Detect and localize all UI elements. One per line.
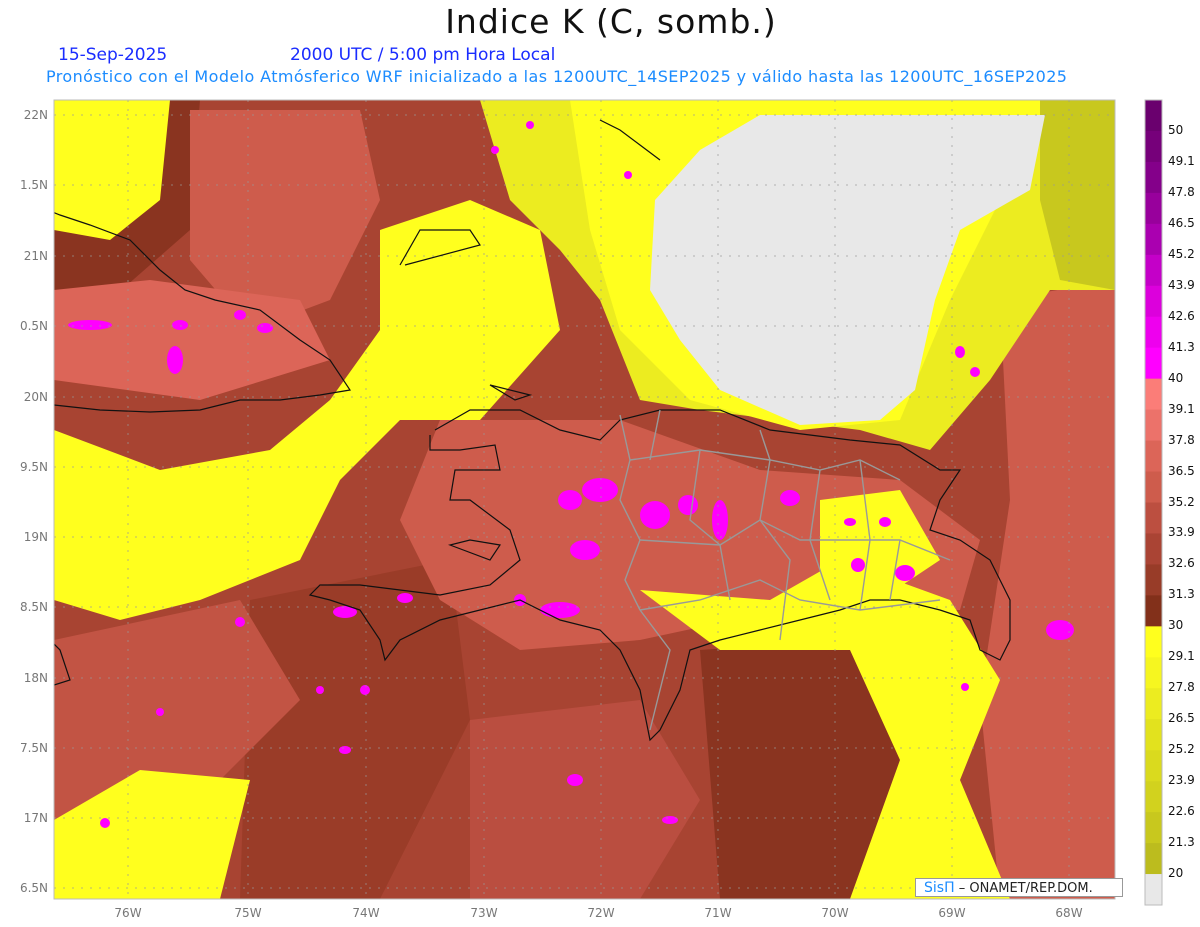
colorbar-label: 50 [1168, 122, 1184, 137]
lat-label: 0.5N [19, 319, 48, 333]
colorbar-swatch [1145, 533, 1162, 565]
colorbar-label: 32.6 [1168, 556, 1195, 571]
colorbar-label: 46.5 [1168, 215, 1195, 230]
colorbar-label: 27.8 [1168, 680, 1195, 695]
colorbar-swatch [1145, 130, 1162, 163]
lat-label: 1.5N [19, 178, 48, 192]
colorbar-label: 26.5 [1168, 711, 1195, 726]
colorbar-swatch [1145, 843, 1162, 875]
lon-label: 76W [114, 906, 142, 920]
colorbar-label: 35.2 [1168, 494, 1195, 509]
k-index-map [53, 99, 1163, 906]
colorbar-swatch [1145, 719, 1162, 751]
colorbar-swatch [1145, 502, 1162, 534]
lat-label: 7.5N [19, 741, 48, 755]
colorbar-label: 41.3 [1168, 339, 1195, 354]
lat-label: 21N [23, 249, 48, 263]
lon-label: 68W [1055, 906, 1083, 920]
colorbar-swatch [1145, 223, 1162, 256]
lat-label: 8.5N [19, 600, 48, 614]
colorbar-swatch [1145, 750, 1162, 782]
colorbar-swatch [1145, 347, 1162, 380]
colorbar-label: 30 [1168, 618, 1184, 633]
colorbar-label: 29.1 [1168, 649, 1195, 664]
lat-label: 22N [23, 108, 48, 122]
colorbar-swatch [1145, 161, 1162, 194]
colorbar-label: 20 [1168, 866, 1184, 881]
colorbar-swatch [1145, 781, 1162, 813]
lat-label: 18N [23, 671, 48, 685]
colorbar-label: 36.5 [1168, 463, 1195, 478]
colorbar-swatch [1145, 688, 1162, 720]
colorbar-label: 47.8 [1168, 184, 1195, 199]
lat-label: 6.5N [19, 881, 48, 895]
colorbar-label: 40 [1168, 370, 1184, 385]
lon-label: 74W [352, 906, 380, 920]
colorbar-swatch [1145, 285, 1162, 318]
colorbar-swatch [1145, 657, 1162, 689]
colorbar-label: 42.6 [1168, 308, 1195, 323]
colorbar-swatch [1145, 564, 1162, 596]
colorbar-swatch [1145, 812, 1162, 844]
colorbar-swatch [1145, 874, 1162, 906]
colorbar-swatch [1145, 409, 1162, 442]
credit-text: – ONAMET/REP.DOM. [958, 881, 1093, 896]
colorbar-swatch [1145, 378, 1162, 411]
colorbar-swatch [1145, 440, 1162, 473]
colorbar-label: 31.3 [1168, 587, 1195, 602]
colorbar-label: 22.6 [1168, 804, 1195, 819]
colorbar-label: 49.1 [1168, 153, 1195, 168]
lon-label: 69W [938, 906, 966, 920]
colorbar-swatch [1145, 595, 1162, 627]
colorbar-label: 37.8 [1168, 432, 1195, 447]
colorbar-swatch [1145, 100, 1162, 132]
lat-label: 20N [23, 390, 48, 404]
colorbar-label: 21.3 [1168, 835, 1195, 850]
colorbar-swatch [1145, 192, 1162, 225]
lon-label: 72W [587, 906, 615, 920]
lat-label: 19N [23, 530, 48, 544]
credit-box: SisΠ – ONAMET/REP.DOM. [915, 878, 1123, 897]
lon-label: 71W [704, 906, 732, 920]
lon-label: 70W [821, 906, 849, 920]
colorbar-label: 33.9 [1168, 525, 1195, 540]
map-field [54, 100, 1115, 899]
lat-label: 9.5N [19, 460, 48, 474]
lon-label: 75W [234, 906, 262, 920]
colorbar-label: 23.9 [1168, 773, 1195, 788]
colorbar-swatch [1145, 254, 1162, 287]
colorbar-label: 43.9 [1168, 277, 1195, 292]
sispi-logo: SisΠ [924, 880, 955, 896]
lat-label: 17N [23, 811, 48, 825]
colorbar-swatch [1145, 626, 1162, 658]
colorbar-label: 39.1 [1168, 401, 1195, 416]
colorbar-swatch [1145, 316, 1162, 349]
colorbar-label: 25.2 [1168, 742, 1195, 757]
colorbar [1144, 99, 1163, 906]
lon-label: 73W [470, 906, 498, 920]
colorbar-swatch [1145, 471, 1162, 503]
colorbar-label: 45.2 [1168, 246, 1195, 261]
